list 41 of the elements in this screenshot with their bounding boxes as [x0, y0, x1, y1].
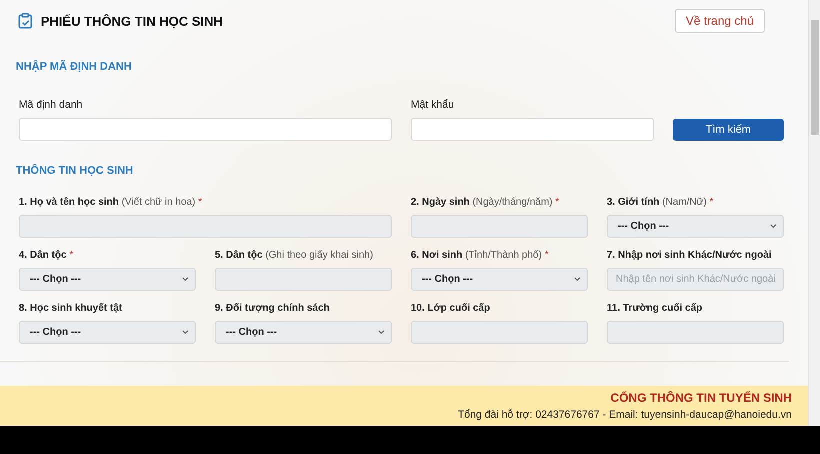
field-label: 6. Nơi sinh (Tỉnh/Thành phố) * — [411, 249, 550, 262]
field-label: 3. Giới tính (Nam/Nữ) * — [607, 196, 715, 209]
chevron-down-icon — [182, 330, 189, 335]
field-label: 10. Lớp cuối cấp — [411, 302, 492, 315]
scrollbar-thumb[interactable] — [811, 20, 819, 135]
chevron-down-icon — [770, 224, 777, 229]
select-field[interactable]: --- Chọn --- — [215, 321, 392, 344]
page-title: PHIẾU THÔNG TIN HỌC SINH — [41, 14, 224, 28]
select-field[interactable]: --- Chọn --- — [19, 321, 196, 344]
input-field[interactable] — [411, 118, 654, 141]
input-field[interactable] — [607, 321, 784, 344]
field-label: 8. Học sinh khuyết tật — [19, 302, 124, 315]
footer-contact: Tổng đài hỗ trợ: 02437676767 - Email: tuyensinh-daucap@hanoiedu.vn — [458, 409, 792, 421]
select-field[interactable]: --- Chọn --- — [19, 268, 196, 291]
field-label: 4. Dân tộc * — [19, 249, 74, 262]
field-label: 5. Dân tộc (Ghi theo giấy khai sinh) — [215, 249, 374, 262]
input-field[interactable]: Nhập tên nơi sinh Khác/Nước ngoài — [607, 268, 784, 291]
section-title: NHẬP MÃ ĐỊNH DANH — [16, 61, 133, 73]
footer-title: CỔNG THÔNG TIN TUYỂN SINH — [610, 391, 792, 405]
select-field[interactable]: --- Chọn --- — [411, 268, 588, 291]
clipboard-check-icon — [18, 13, 33, 29]
field-label: 11. Trường cuối cấp — [607, 302, 704, 315]
field-label: 9. Đối tượng chính sách — [215, 302, 331, 315]
field-label: 1. Họ và tên học sinh (Viết chữ in hoa) * — [19, 196, 204, 209]
field-label: Mã định danh — [19, 99, 84, 112]
input-field[interactable] — [411, 321, 588, 344]
field-label: 2. Ngày sinh (Ngày/tháng/năm) * — [411, 196, 560, 209]
chevron-down-icon — [182, 277, 189, 282]
home-button[interactable]: Về trang chủ — [674, 9, 765, 33]
search-button[interactable]: Tìm kiếm — [673, 119, 784, 141]
chevron-down-icon — [378, 330, 385, 335]
input-field[interactable] — [19, 118, 392, 141]
scrollbar[interactable] — [808, 0, 820, 426]
input-field[interactable] — [19, 215, 392, 238]
input-field[interactable] — [215, 268, 392, 291]
select-field[interactable]: --- Chọn --- — [607, 215, 784, 238]
field-label: Mật khẩu — [411, 99, 456, 112]
chevron-down-icon — [574, 277, 581, 282]
input-field[interactable] — [411, 215, 588, 238]
field-label: 7. Nhập nơi sinh Khác/Nước ngoài — [607, 249, 773, 262]
section-title: THÔNG TIN HỌC SINH — [16, 165, 134, 177]
